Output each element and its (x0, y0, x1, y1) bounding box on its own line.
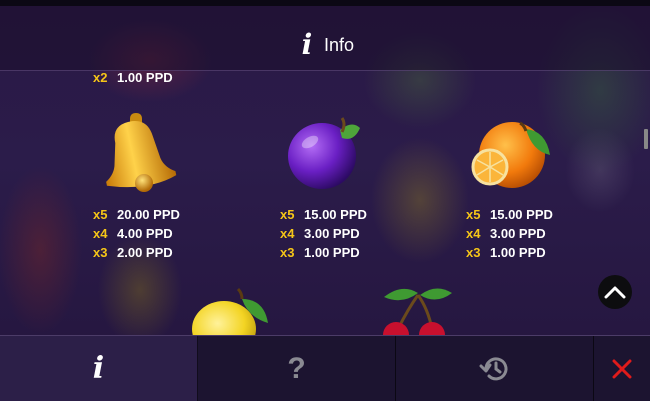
plum-symbol-icon (288, 117, 360, 189)
multiplier: x3 (93, 245, 108, 260)
payout-list-bell: x5 20.00 PPD x4 4.00 PPD x3 2.00 PPD (93, 205, 180, 262)
bottom-nav: i ? (0, 335, 650, 401)
payout-list-plum: x5 15.00 PPD x4 3.00 PPD x3 1.00 PPD (280, 205, 367, 262)
multiplier: x4 (93, 226, 108, 241)
bell-symbol-icon (106, 113, 177, 192)
multiplier: x4 (280, 226, 295, 241)
close-button[interactable] (594, 336, 650, 401)
paytable-row: x2 1.00 PPD (93, 71, 173, 87)
payout-amount: 4.00 PPD (117, 226, 173, 241)
payout-amount: 20.00 PPD (117, 207, 180, 222)
tab-help[interactable]: ? (198, 336, 396, 401)
multiplier: x5 (280, 207, 295, 222)
payout-amount: 3.00 PPD (490, 226, 546, 241)
payout-amount: 2.00 PPD (117, 245, 173, 260)
payout-amount: 1.00 PPD (117, 71, 173, 85)
close-icon (612, 359, 632, 378)
multiplier: x2 (93, 71, 108, 85)
multiplier: x5 (466, 207, 481, 222)
info-icon: i (92, 351, 105, 386)
chevron-up-icon (604, 286, 626, 299)
scrollbar-thumb[interactable] (644, 129, 648, 149)
multiplier: x4 (466, 226, 481, 241)
payout-amount: 15.00 PPD (490, 207, 553, 222)
info-icon: i (301, 28, 313, 61)
scroll-up-button[interactable] (598, 275, 632, 309)
multiplier: x3 (466, 245, 481, 260)
paytable-panel[interactable]: x2 1.00 PPD x5 20.00 PPD x4 4.00 PPD x3 2.00… (0, 71, 650, 335)
payout-list-orange: x5 15.00 PPD x4 3.00 PPD x3 1.00 PPD (466, 205, 553, 262)
history-icon (479, 356, 507, 380)
payout-amount: 1.00 PPD (304, 245, 360, 260)
orange-symbol-icon (471, 121, 550, 188)
tab-history[interactable] (396, 336, 594, 401)
lemon-symbol-icon (192, 287, 268, 335)
info-header: i Info (0, 6, 650, 71)
question-mark-icon: ? (287, 351, 306, 385)
tab-info[interactable]: i (0, 336, 198, 401)
page-title: Info (324, 34, 355, 55)
multiplier: x3 (280, 245, 295, 260)
payout-amount: 3.00 PPD (304, 226, 360, 241)
cherry-symbol-icon (383, 288, 452, 335)
payout-amount: 1.00 PPD (490, 245, 546, 260)
multiplier: x5 (93, 207, 108, 222)
payout-amount: 15.00 PPD (304, 207, 367, 222)
